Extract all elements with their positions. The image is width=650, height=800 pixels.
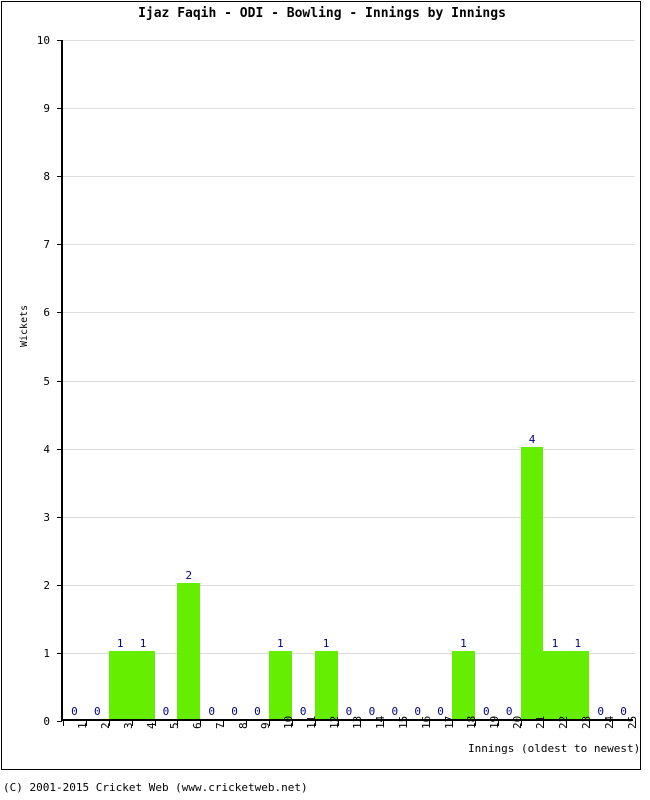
y-axis-tick-label: 1 bbox=[43, 646, 50, 660]
bar-value-label: 1 bbox=[322, 636, 330, 650]
y-axis-tick bbox=[57, 40, 62, 41]
y-axis-tick-label: 7 bbox=[43, 238, 50, 252]
y-axis-tick bbox=[57, 176, 62, 178]
x-axis-tick-label: 2 bbox=[99, 722, 113, 729]
bar-value-label: 0 bbox=[162, 705, 170, 718]
y-axis-tick bbox=[57, 380, 62, 382]
gridline bbox=[63, 584, 635, 586]
x-axis-tick-label: 9 bbox=[259, 722, 273, 729]
y-axis-tick-label: 8 bbox=[43, 170, 50, 184]
x-axis-tick-label: 1 bbox=[76, 722, 90, 729]
x-axis-tick-label: 22 bbox=[556, 715, 570, 729]
y-axis-tick bbox=[57, 244, 62, 246]
x-axis-tick-label: 5 bbox=[167, 722, 181, 729]
gridline bbox=[63, 176, 635, 178]
y-axis-tick-label: 4 bbox=[43, 442, 50, 456]
bar[interactable] bbox=[566, 650, 590, 719]
x-axis-tick-label: 18 bbox=[465, 715, 479, 729]
bar-value-label: 1 bbox=[460, 636, 467, 650]
x-axis-tick-label: 15 bbox=[396, 715, 410, 729]
x-axis-tick-label: 23 bbox=[579, 715, 593, 729]
y-axis-tick bbox=[57, 108, 62, 110]
bar[interactable] bbox=[268, 650, 292, 719]
x-axis-tick-label: 25 bbox=[625, 715, 639, 729]
x-axis-tick-label: 8 bbox=[236, 722, 250, 729]
y-axis-tick-label: 5 bbox=[43, 374, 50, 388]
x-axis-tick-label: 4 bbox=[145, 722, 159, 729]
y-axis-tick bbox=[57, 448, 62, 450]
y-axis-tick bbox=[57, 584, 62, 586]
chart-page: Ijaz Faqih - ODI - Bowling - Innings by … bbox=[0, 0, 650, 800]
bar-value-label: 0 bbox=[254, 705, 261, 718]
bar[interactable] bbox=[177, 582, 201, 719]
x-axis-tick-label: 16 bbox=[419, 715, 433, 729]
gridline bbox=[63, 108, 635, 110]
y-axis-tick-label: 9 bbox=[43, 102, 50, 116]
y-axis-tick-label: 2 bbox=[43, 578, 50, 592]
bar-value-label: 0 bbox=[71, 705, 78, 718]
gridline bbox=[63, 516, 635, 518]
bar-value-label: 1 bbox=[139, 636, 147, 650]
bar[interactable] bbox=[131, 650, 155, 719]
gridline bbox=[63, 380, 635, 382]
bar-value-label: 4 bbox=[528, 432, 536, 446]
gridline bbox=[63, 244, 635, 246]
x-axis-tick-label: 13 bbox=[351, 715, 364, 729]
x-axis-tick-label: 6 bbox=[190, 722, 204, 729]
y-axis-tick bbox=[57, 312, 62, 314]
chart-title: Ijaz Faqih - ODI - Bowling - Innings by … bbox=[138, 6, 506, 21]
plot-area: 0011020001010000010041100 bbox=[57, 40, 636, 726]
x-axis-tick-label: 12 bbox=[328, 715, 342, 729]
bar[interactable] bbox=[451, 650, 475, 719]
bar-value-label: 0 bbox=[94, 705, 101, 718]
bar-value-label: 0 bbox=[231, 705, 238, 718]
gridline bbox=[63, 312, 635, 314]
gridline bbox=[63, 448, 635, 450]
bar[interactable] bbox=[520, 446, 544, 719]
y-axis-tick-label: 6 bbox=[43, 306, 50, 320]
bar-value-label: 1 bbox=[277, 636, 284, 650]
y-axis-tick-label: 3 bbox=[43, 510, 50, 524]
x-axis-tick-label: 21 bbox=[534, 715, 548, 729]
x-axis-tick-label: 3 bbox=[122, 722, 136, 729]
x-axis-tick-label: 19 bbox=[488, 715, 502, 729]
x-axis-tick-label: 17 bbox=[442, 715, 456, 729]
footer-copyright: (C) 2001-2015 Cricket Web (www.cricketwe… bbox=[3, 781, 308, 794]
y-axis-tick bbox=[57, 516, 62, 518]
bar-value-label: 2 bbox=[185, 568, 193, 582]
y-axis-tick-label: 10 bbox=[36, 34, 50, 47]
bar-value-label: 1 bbox=[551, 636, 559, 650]
gridline bbox=[63, 40, 635, 41]
x-axis-tick-label: 10 bbox=[282, 715, 296, 729]
x-axis-tick-label: 14 bbox=[373, 715, 387, 729]
chart-frame: Ijaz Faqih - ODI - Bowling - Innings by … bbox=[1, 1, 641, 770]
bar-value-label: 1 bbox=[574, 636, 582, 650]
bar-value-label: 0 bbox=[208, 705, 216, 718]
y-axis-tick bbox=[57, 721, 62, 722]
x-axis-tick bbox=[63, 721, 64, 726]
x-axis-tick-label: 20 bbox=[511, 715, 525, 729]
bar[interactable] bbox=[314, 650, 338, 719]
y-axis-tick-label: 0 bbox=[43, 715, 50, 728]
x-axis-tick-label: 11 bbox=[305, 715, 319, 729]
bar[interactable] bbox=[108, 650, 132, 719]
y-axis-tick bbox=[57, 652, 62, 654]
x-axis-title: Innings (oldest to newest) bbox=[468, 742, 641, 755]
x-axis-tick-label: 7 bbox=[213, 722, 227, 729]
bar-value-label: 1 bbox=[116, 636, 124, 650]
x-axis-tick-label: 24 bbox=[602, 715, 616, 729]
bar[interactable] bbox=[543, 650, 567, 719]
